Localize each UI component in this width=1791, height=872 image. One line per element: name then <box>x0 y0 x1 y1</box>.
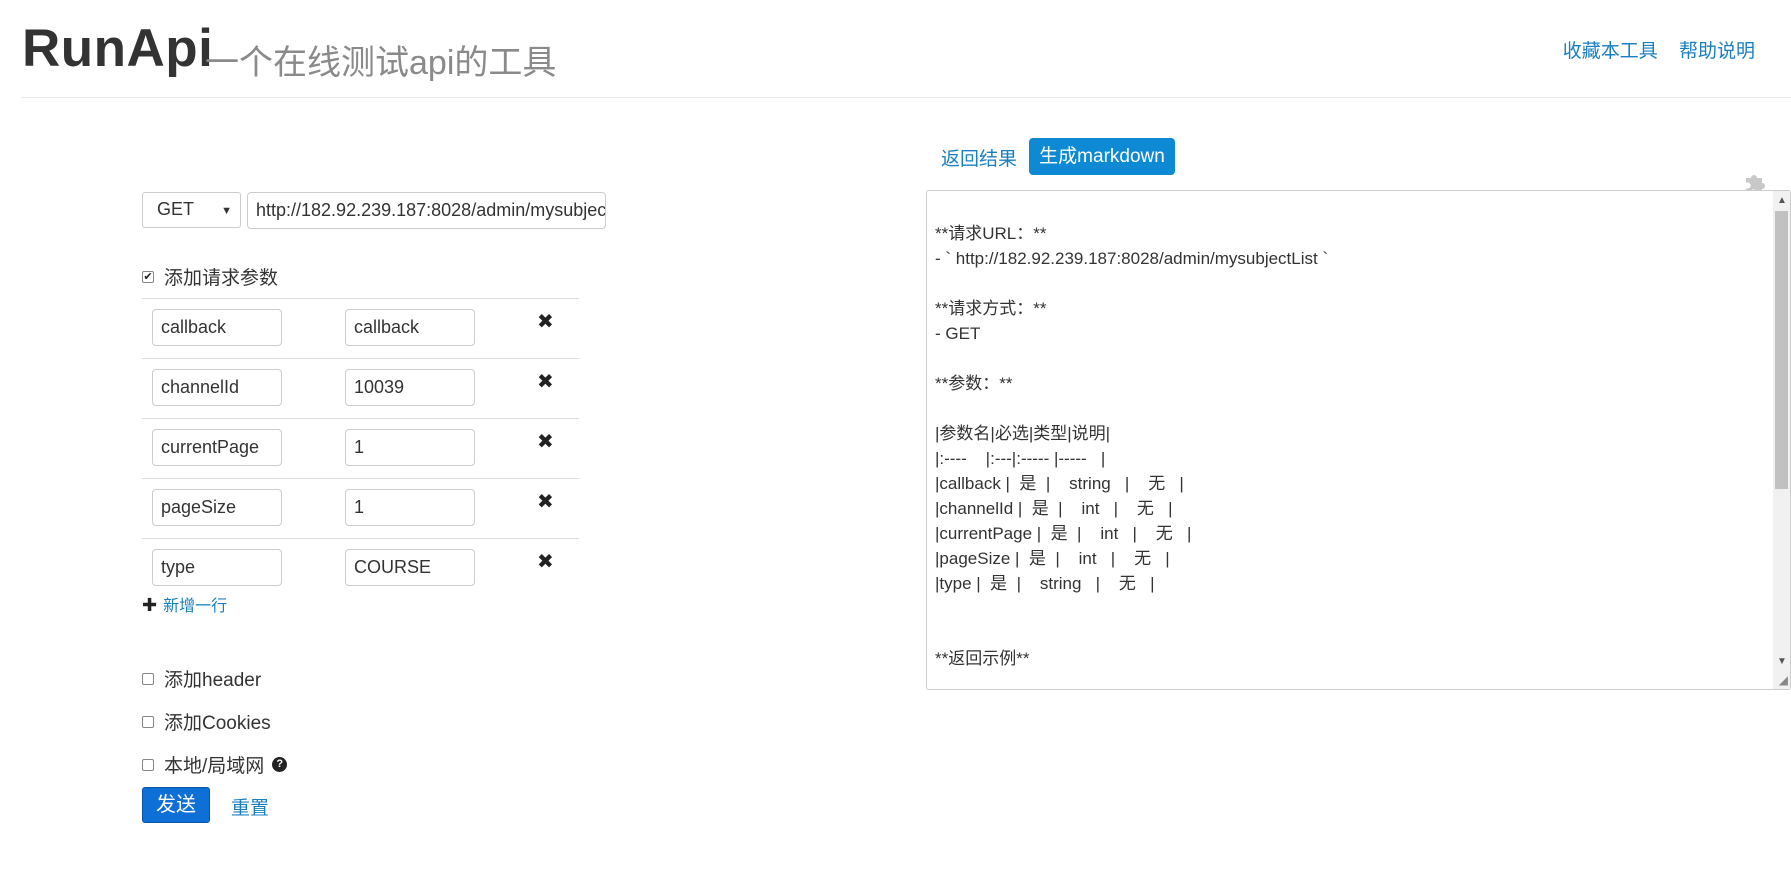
help-link[interactable]: 帮助说明 <box>1679 41 1755 62</box>
params-checkbox[interactable]: ✔ <box>142 270 154 283</box>
send-button[interactable]: 发送 <box>142 787 210 823</box>
scroll-up-icon[interactable]: ▲ <box>1777 195 1787 206</box>
cookies-label: 添加Cookies <box>164 713 271 734</box>
delete-row-icon[interactable]: ✖ <box>537 369 554 394</box>
method-value: GET <box>157 199 195 219</box>
param-key-input[interactable]: currentPage <box>152 429 282 466</box>
params-label: 添加请求参数 <box>164 268 279 289</box>
tab-result[interactable]: 返回结果 <box>941 144 1017 171</box>
param-key-input[interactable]: type <box>152 549 282 586</box>
question-icon[interactable]: ? <box>272 757 288 772</box>
param-value-input[interactable]: COURSE <box>345 549 475 586</box>
header-label: 添加header <box>164 670 262 691</box>
param-row: channelId 10039 ✖ <box>142 358 579 418</box>
header-toggle[interactable]: 添加header <box>142 665 261 692</box>
param-key-input[interactable]: channelId <box>152 369 282 406</box>
cookies-toggle[interactable]: 添加Cookies <box>142 708 271 735</box>
chevron-down-icon: ▼ <box>221 205 232 217</box>
top-links: 收藏本工具 帮助说明 <box>1547 36 1755 63</box>
tab-markdown[interactable]: 生成markdown <box>1029 138 1175 175</box>
param-row: currentPage 1 ✖ <box>142 418 579 478</box>
scroll-thumb[interactable] <box>1775 211 1788 489</box>
reset-link[interactable]: 重置 <box>231 793 269 820</box>
delete-row-icon[interactable]: ✖ <box>537 429 554 454</box>
markdown-output[interactable]: **请求URL：** - ` http://182.92.239.187:802… <box>926 190 1791 690</box>
param-value-input[interactable]: 1 <box>345 429 475 466</box>
brand-logo: RunApi <box>22 19 214 78</box>
params-table: callback callback ✖ channelId 10039 ✖ cu… <box>142 298 579 598</box>
brand-subtitle: 一个在线测试api的工具 <box>205 44 557 82</box>
param-row: callback callback ✖ <box>142 298 579 358</box>
page-header: RunApi 一个在线测试api的工具 收藏本工具 帮助说明 <box>22 0 1791 98</box>
local-label: 本地/局域网 <box>164 756 265 777</box>
bookmark-link[interactable]: 收藏本工具 <box>1563 41 1658 62</box>
param-value-input[interactable]: 1 <box>345 489 475 526</box>
delete-row-icon[interactable]: ✖ <box>537 549 554 574</box>
markdown-text: **请求URL：** - ` http://182.92.239.187:802… <box>935 224 1329 668</box>
local-toggle[interactable]: 本地/局域网 ? <box>142 751 288 778</box>
param-key-input[interactable]: pageSize <box>152 489 282 526</box>
param-key-input[interactable]: callback <box>152 309 282 346</box>
scroll-down-icon[interactable]: ▼ <box>1777 656 1787 667</box>
plus-icon: ✚ <box>142 595 158 615</box>
resize-grip-icon[interactable]: ◢ <box>1779 673 1788 687</box>
params-toggle[interactable]: ✔ 添加请求参数 <box>142 263 278 290</box>
cookies-checkbox[interactable] <box>142 715 154 728</box>
add-row-label: 新增一行 <box>163 598 228 615</box>
param-row: type COURSE ✖ <box>142 538 579 598</box>
url-input[interactable]: http://182.92.239.187:8028/admin/mysubje… <box>247 192 606 229</box>
param-row: pageSize 1 ✖ <box>142 478 579 538</box>
param-value-input[interactable]: 10039 <box>345 369 475 406</box>
param-value-input[interactable]: callback <box>345 309 475 346</box>
header-divider <box>22 97 1791 98</box>
delete-row-icon[interactable]: ✖ <box>537 309 554 334</box>
add-row-button[interactable]: ✚ 新增一行 <box>142 592 227 616</box>
delete-row-icon[interactable]: ✖ <box>537 489 554 514</box>
local-checkbox[interactable] <box>142 758 154 771</box>
header-checkbox[interactable] <box>142 672 154 685</box>
scrollbar[interactable]: ▲ ▼ <box>1773 191 1790 689</box>
method-select[interactable]: GET ▼ <box>142 192 241 228</box>
